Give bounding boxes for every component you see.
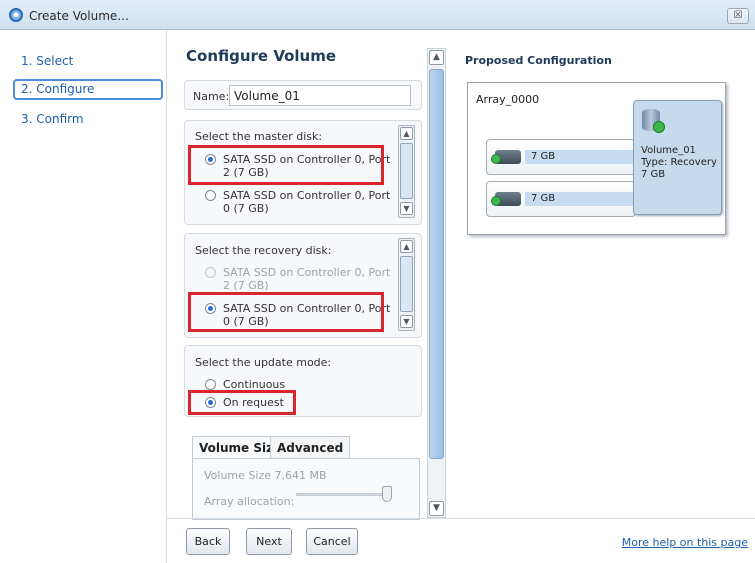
master-disk-group: Select the master disk: SATA SSD on Cont… — [184, 120, 422, 225]
update-option-continuous[interactable]: Continuous — [205, 378, 385, 392]
update-option-on-request[interactable]: On request — [205, 396, 385, 410]
disk-item: 7 GB — [486, 181, 636, 217]
recovery-option-port0[interactable]: SATA SSD on Controller 0, Port 0 (7 GB) — [205, 302, 390, 330]
slider-thumb[interactable] — [382, 486, 392, 502]
master-list-scrollbar[interactable]: ▲ ▼ — [398, 125, 415, 218]
app-icon — [9, 8, 23, 22]
tab-advanced[interactable]: Advanced — [270, 436, 351, 459]
radio-button[interactable] — [205, 379, 216, 390]
hard-disk-icon — [491, 192, 521, 206]
radio-button[interactable] — [205, 303, 216, 314]
master-option-port0[interactable]: SATA SSD on Controller 0, Port 0 (7 GB) — [205, 189, 390, 217]
footer-divider — [167, 518, 755, 519]
array-allocation-slider[interactable] — [296, 493, 392, 496]
scroll-up-arrow-icon[interactable]: ▲ — [400, 240, 413, 253]
radio-button[interactable] — [205, 190, 216, 201]
array-name: Array_0000 — [476, 93, 540, 106]
volume-details: Volume_01 Type: Recovery 7 GB — [641, 145, 717, 181]
recovery-option-port2: SATA SSD on Controller 0, Port 2 (7 GB) — [205, 266, 390, 294]
update-mode-label: Select the update mode: — [195, 356, 332, 369]
name-row: Name: — [184, 80, 422, 110]
nav-step-configure[interactable]: 2. Configure — [13, 79, 163, 100]
scroll-thumb[interactable] — [400, 143, 413, 199]
radio-button — [205, 267, 216, 278]
next-button[interactable]: Next — [246, 528, 292, 555]
disk-item: 7 GB — [486, 139, 636, 175]
page-title: Configure Volume — [186, 47, 337, 65]
wizard-steps-nav: 1. Select 2. Configure 3. Confirm — [7, 30, 167, 563]
radio-label: SATA SSD on Controller 0, Port 2 (7 GB) — [223, 266, 391, 292]
update-mode-group: Select the update mode: Continuous On re… — [184, 345, 422, 417]
recovery-disk-label: Select the recovery disk: — [195, 244, 332, 257]
radio-label: On request — [223, 396, 284, 409]
window-title: Create Volume... — [29, 9, 129, 23]
recovery-disk-group: Select the recovery disk: SATA SSD on Co… — [184, 233, 422, 338]
main-scrollbar[interactable]: ▲ ▼ — [427, 48, 446, 518]
scroll-up-arrow-icon[interactable]: ▲ — [429, 50, 444, 65]
title-bar: Create Volume... ☒ — [0, 0, 755, 30]
name-label: Name: — [193, 90, 230, 103]
volume-name-input[interactable] — [229, 85, 411, 106]
array-box: Array_0000 7 GB 7 GB Volume_01 Type: Rec… — [467, 82, 726, 235]
cancel-button[interactable]: Cancel — [306, 528, 358, 555]
scroll-down-arrow-icon[interactable]: ▼ — [429, 501, 444, 516]
volume-size: 7 GB — [641, 169, 666, 180]
array-allocation-label: Array allocation: — [204, 495, 295, 508]
volume-type: Type: Recovery — [641, 157, 717, 168]
master-option-port2[interactable]: SATA SSD on Controller 0, Port 2 (7 GB) — [205, 153, 390, 181]
scroll-thumb[interactable] — [400, 256, 413, 312]
back-button[interactable]: Back — [186, 528, 230, 555]
proposed-config-title: Proposed Configuration — [465, 54, 612, 67]
hard-disk-icon — [491, 150, 521, 164]
volume-size-text: Volume Size 7,641 MB — [204, 469, 327, 482]
volume-card: Volume_01 Type: Recovery 7 GB — [633, 100, 722, 215]
scroll-up-arrow-icon[interactable]: ▲ — [400, 127, 413, 140]
radio-label: SATA SSD on Controller 0, Port 0 (7 GB) — [223, 302, 391, 328]
radio-label: SATA SSD on Controller 0, Port 2 (7 GB) — [223, 153, 391, 179]
radio-button[interactable] — [205, 397, 216, 408]
disk-size: 7 GB — [531, 151, 556, 162]
volume-name: Volume_01 — [641, 145, 696, 156]
recovery-list-scrollbar[interactable]: ▲ ▼ — [398, 238, 415, 331]
master-disk-label: Select the master disk: — [195, 130, 323, 143]
radio-label: SATA SSD on Controller 0, Port 0 (7 GB) — [223, 189, 391, 215]
scroll-thumb[interactable] — [429, 69, 444, 459]
radio-label: Continuous — [223, 378, 286, 391]
volume-database-icon — [642, 109, 665, 133]
scroll-down-arrow-icon[interactable]: ▼ — [400, 315, 413, 328]
nav-step-select[interactable]: 1. Select — [13, 51, 163, 72]
disk-size: 7 GB — [531, 193, 556, 204]
help-link[interactable]: More help on this page — [622, 536, 748, 549]
radio-button[interactable] — [205, 154, 216, 165]
nav-step-confirm[interactable]: 3. Confirm — [13, 109, 163, 130]
scroll-down-arrow-icon[interactable]: ▼ — [400, 202, 413, 215]
close-button[interactable]: ☒ — [727, 8, 749, 24]
